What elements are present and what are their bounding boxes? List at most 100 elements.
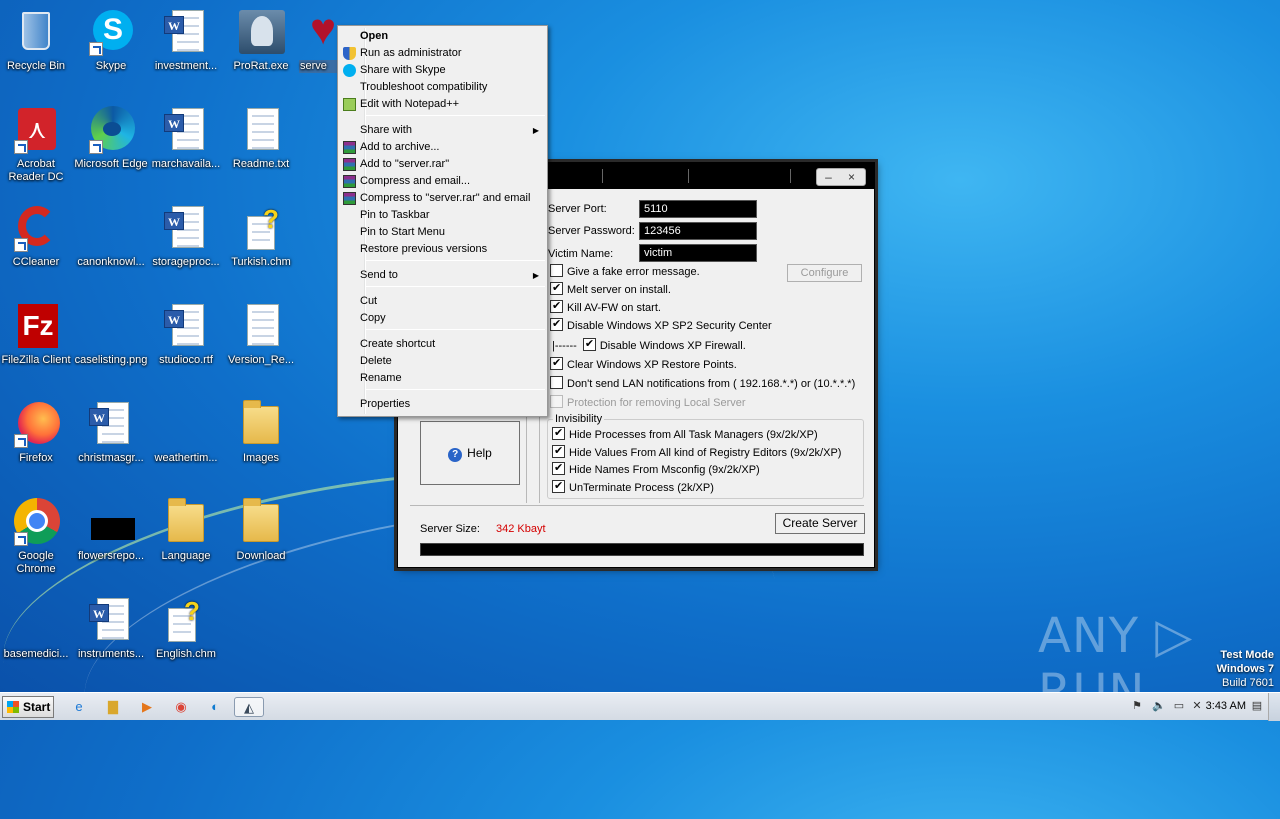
menu-item-pin-to-start-menu[interactable]: Pin to Start Menu (340, 224, 545, 241)
volume-icon[interactable]: 🔈 (1152, 699, 1166, 713)
menu-item-restore-previous-versions[interactable]: Restore previous versions (340, 241, 545, 258)
checkbox[interactable] (552, 460, 565, 476)
network-icon[interactable]: ▭ (1172, 699, 1186, 713)
start-button[interactable]: Start (2, 696, 54, 718)
desktop-icon-images[interactable]: Images (222, 394, 300, 484)
protection-local-server-checkbox[interactable]: Protection for removing Local Server (550, 395, 746, 411)
configure-button[interactable]: Configure (787, 264, 862, 282)
menu-item-copy[interactable]: Copy (340, 310, 545, 327)
menu-item-create-shortcut[interactable]: Create shortcut (340, 336, 545, 353)
desktop-icon-recycle-bin[interactable]: Recycle Bin (0, 2, 75, 92)
desktop-icon-weathertim[interactable]: weathertim... (147, 394, 225, 484)
server-password-input[interactable]: 123456 (639, 222, 757, 240)
menu-item-share-with[interactable]: Share with ▶ (340, 122, 545, 139)
menu-item-add-to-server-rar[interactable]: Add to "server.rar" (340, 156, 545, 173)
menu-item-properties[interactable]: Properties (340, 396, 545, 413)
desktop-icon-turkish-chm[interactable]: ? Turkish.chm (222, 198, 300, 288)
fake-error-checkbox[interactable]: Give a fake error message. (550, 264, 700, 280)
divider (410, 505, 864, 506)
desktop-icon-firefox[interactable]: Firefox (0, 394, 75, 484)
checkbox[interactable] (550, 376, 563, 389)
desktop-icon-caselisting[interactable]: caselisting.png (72, 296, 150, 386)
menu-item-label: Compress to "server.rar" and email (360, 192, 531, 204)
desktop-icon-storageproc[interactable]: W storageproc... (147, 198, 225, 288)
file-explorer-icon[interactable]: ▇ (102, 697, 124, 717)
prorat-taskbar-icon[interactable]: ◭ (234, 697, 264, 717)
desktop-icon-microsoft-edge[interactable]: Microsoft Edge (72, 100, 150, 190)
desktop-icon-marchavaila[interactable]: W marchavaila... (147, 100, 225, 190)
melt-server-checkbox[interactable]: Melt server on install. (550, 280, 671, 298)
desktop-icon-english-chm[interactable]: ? English.chm (147, 590, 225, 680)
desktop-icon-filezilla[interactable]: Fz FileZilla Client (0, 296, 75, 386)
checkbox[interactable] (552, 478, 565, 494)
desktop-icon-instruments[interactable]: W instruments... (72, 590, 150, 680)
lan-notifications-checkbox[interactable]: Don't send LAN notifications from ( 192.… (550, 376, 855, 392)
server-password-label: Server Password: (548, 225, 635, 237)
hide-processes-checkbox[interactable]: Hide Processes from All Task Managers (9… (552, 425, 818, 443)
desktop-icon-christmasgr[interactable]: W christmasgr... (72, 394, 150, 484)
menu-item-rename[interactable]: Rename (340, 370, 545, 387)
menu-item-label: Share with (360, 124, 412, 136)
desktop-icon-flowersrepo[interactable]: flowersrepo... (72, 492, 150, 582)
tray-flag-icon[interactable]: ⚑ (1130, 699, 1144, 713)
checkbox[interactable] (550, 355, 563, 371)
menu-item-label: Pin to Taskbar (360, 209, 430, 221)
desktop-icon-studioco[interactable]: W studioco.rtf (147, 296, 225, 386)
desktop-icon-ccleaner[interactable]: CCleaner (0, 198, 75, 288)
desktop-icon-acrobat[interactable]: ⋏ Acrobat Reader DC (0, 100, 75, 190)
chrome-taskbar-icon[interactable]: ◉ (170, 697, 192, 717)
edge-taskbar-icon[interactable]: ◐ (204, 697, 226, 717)
unterminate-process-checkbox[interactable]: UnTerminate Process (2k/XP) (552, 478, 714, 496)
checkbox[interactable] (550, 395, 563, 408)
disable-firewall-checkbox[interactable]: |------Disable Windows XP Firewall. (552, 336, 746, 354)
desktop-icon-skype[interactable]: S Skype (72, 2, 150, 92)
action-center-icon[interactable]: ✕ (1190, 699, 1204, 713)
disable-security-center-checkbox[interactable]: Disable Windows XP SP2 Security Center (550, 316, 772, 334)
media-player-icon[interactable]: ▶ (136, 697, 158, 717)
checkbox[interactable] (550, 316, 563, 332)
menu-item-compress-and-email[interactable]: Compress and email... (340, 173, 545, 190)
clear-restore-points-checkbox[interactable]: Clear Windows XP Restore Points. (550, 355, 737, 373)
menu-item-pin-to-taskbar[interactable]: Pin to Taskbar (340, 207, 545, 224)
desktop-icon-investment[interactable]: W investment... (147, 2, 225, 92)
victim-name-input[interactable]: victim (639, 244, 757, 262)
desktop-icon-google-chrome[interactable]: Google Chrome (0, 492, 75, 582)
desktop-icon-language[interactable]: Language (147, 492, 225, 582)
menu-item-edit-with-notepadpp[interactable]: Edit with Notepad++ (340, 96, 545, 113)
desktop-icon-canonknowl[interactable]: canonknowl... (72, 198, 150, 288)
menu-item-delete[interactable]: Delete (340, 353, 545, 370)
minimize-button[interactable]: – (817, 169, 840, 185)
menu-item-cut[interactable]: Cut (340, 293, 545, 310)
checkbox[interactable] (550, 280, 563, 296)
internet-explorer-icon[interactable]: e (68, 697, 90, 717)
create-server-button[interactable]: Create Server (775, 513, 865, 534)
checkbox[interactable] (550, 264, 563, 277)
desktop-icon-download[interactable]: Download (222, 492, 300, 582)
desktop-icon-basemedici[interactable]: basemedici... (0, 590, 75, 680)
menu-item-add-to-archive[interactable]: Add to archive... (340, 139, 545, 156)
checkbox[interactable] (552, 425, 565, 441)
text-file-icon (237, 302, 285, 350)
hide-msconfig-names-checkbox[interactable]: Hide Names From Msconfig (9x/2k/XP) (552, 460, 760, 478)
menu-item-send-to[interactable]: Send to ▶ (340, 267, 545, 284)
menu-item-share-with-skype[interactable]: Share with Skype (340, 62, 545, 79)
checkbox[interactable] (582, 336, 596, 352)
notification-icon[interactable]: ▤ (1250, 699, 1264, 713)
menu-item-compress-to-rar-and-email[interactable]: Compress to "server.rar" and email (340, 190, 545, 207)
kill-av-fw-checkbox[interactable]: Kill AV-FW on start. (550, 298, 661, 316)
desktop-icon-prorat[interactable]: ProRat.exe (222, 2, 300, 92)
menu-item-label: Open (360, 30, 389, 42)
server-port-input[interactable]: 5110 (639, 200, 757, 218)
menu-item-run-as-administrator[interactable]: Run as administrator (340, 45, 545, 62)
hide-registry-values-checkbox[interactable]: Hide Values From All kind of Registry Ed… (552, 443, 841, 461)
checkbox[interactable] (550, 298, 563, 314)
desktop-icon-version-re[interactable]: Version_Re... (222, 296, 300, 386)
close-button[interactable]: × (840, 169, 863, 185)
menu-item-troubleshoot-compatibility[interactable]: Troubleshoot compatibility (340, 79, 545, 96)
menu-item-open[interactable]: Open (340, 28, 545, 45)
help-button[interactable]: ? Help (420, 421, 520, 485)
desktop-icon-readme[interactable]: Readme.txt (222, 100, 300, 190)
checkbox[interactable] (552, 443, 565, 459)
show-desktop-button[interactable] (1268, 693, 1280, 721)
clock[interactable]: 3:43 AM (1206, 700, 1246, 712)
